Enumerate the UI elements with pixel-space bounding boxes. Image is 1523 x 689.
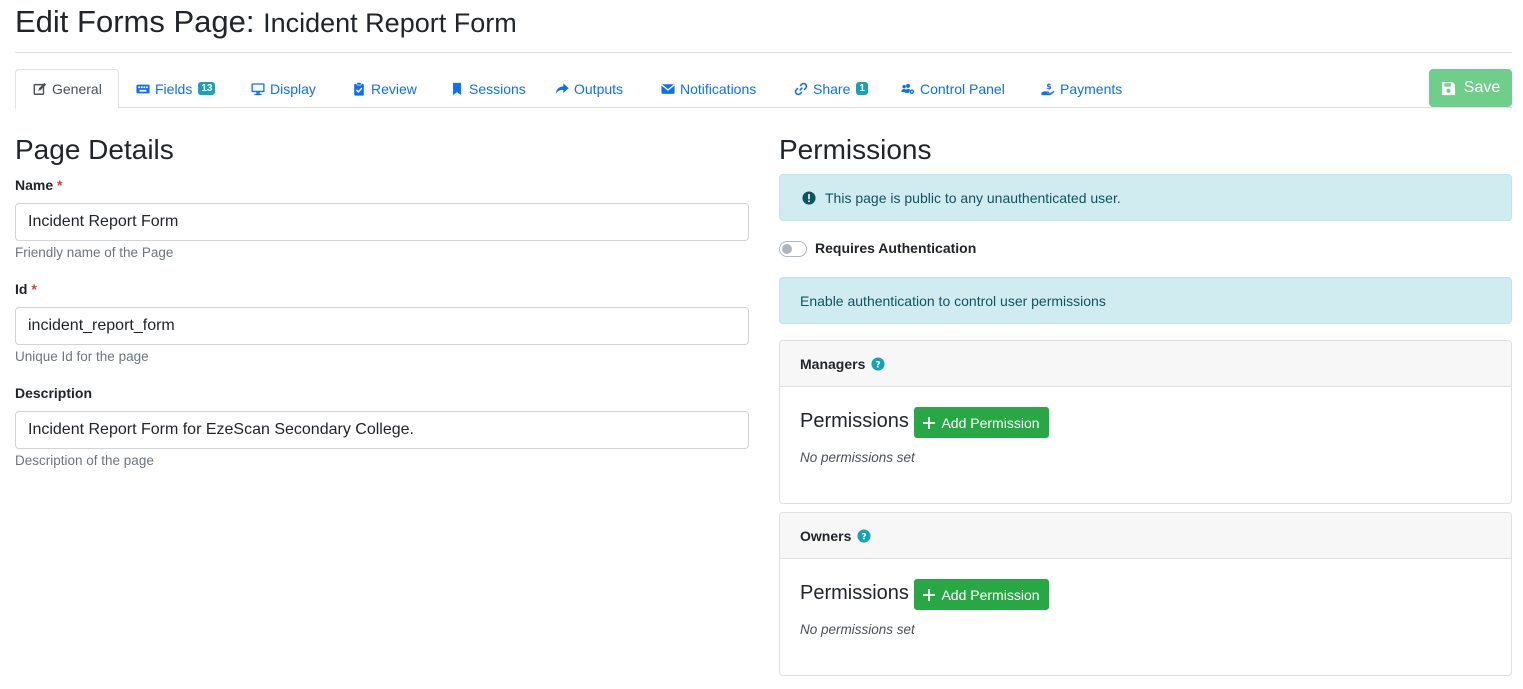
tab-outputs-label: Outputs: [574, 80, 624, 97]
owners-card-header: Owners ?: [780, 513, 1511, 559]
tab-share[interactable]: Share 1: [794, 69, 868, 108]
page-title: Edit Forms Page: Incident Report Form: [15, 4, 517, 40]
tab-general[interactable]: General: [15, 69, 119, 109]
tab-review[interactable]: Review: [352, 69, 417, 108]
id-label: Id *: [15, 281, 37, 297]
share-arrow-icon: [555, 82, 569, 94]
permissions-title: Permissions: [779, 134, 932, 165]
page-details-title: Page Details: [15, 134, 174, 165]
tab-fields[interactable]: Fields 13: [136, 69, 216, 108]
share-count-badge: 1: [856, 82, 868, 95]
name-required-mark: *: [57, 177, 63, 193]
managers-card-body: Permissions Add Permission No permission…: [780, 387, 1511, 503]
description-help-text: Description of the page: [15, 453, 154, 468]
tab-control-panel[interactable]: Control Panel: [901, 69, 1005, 108]
save-button[interactable]: Save: [1429, 69, 1512, 107]
owners-card: Owners ? Permissions Add Permission No p…: [779, 512, 1512, 676]
description-input[interactable]: [15, 411, 749, 449]
edit-icon: [33, 82, 47, 95]
owners-empty-text: No permissions set: [800, 622, 915, 637]
tab-bar: General Fields 13 Display Review Session…: [15, 69, 1512, 109]
tab-control-panel-label: Control Panel: [920, 80, 1005, 97]
managers-empty-text: No permissions set: [800, 450, 915, 465]
page-title-name: Incident Report Form: [263, 8, 517, 38]
monitor-icon: [251, 82, 265, 95]
tab-notifications-label: Notifications: [680, 80, 757, 97]
tab-sessions-label: Sessions: [469, 80, 526, 97]
keyboard-icon: [136, 84, 150, 93]
id-input[interactable]: [15, 307, 749, 345]
name-label-text: Name: [15, 177, 54, 193]
page-title-prefix: Edit Forms Page:: [15, 4, 255, 39]
name-label: Name *: [15, 177, 62, 193]
owners-permissions-title: Permissions: [800, 582, 909, 604]
tab-notifications[interactable]: Notifications: [661, 69, 756, 108]
id-label-text: Id: [15, 281, 28, 297]
owners-card-body: Permissions Add Permission No permission…: [780, 559, 1511, 675]
bookmark-icon: [453, 82, 461, 95]
managers-card-header: Managers ?: [780, 341, 1511, 387]
requires-authentication-label: Requires Authentication: [815, 240, 977, 256]
owners-add-permission-label: Add Permission: [941, 586, 1040, 603]
auth-notice-text: Enable authentication to control user pe…: [800, 292, 1106, 309]
svg-text:$: $: [1046, 82, 1051, 91]
envelope-icon: [661, 83, 675, 94]
question-circle-icon[interactable]: ?: [857, 528, 871, 543]
requires-authentication-toggle[interactable]: [779, 241, 807, 257]
public-notice-text: This page is public to any unauthenticat…: [825, 189, 1121, 206]
save-button-label: Save: [1463, 79, 1501, 96]
tab-outputs[interactable]: Outputs: [555, 69, 623, 108]
id-required-mark: *: [31, 281, 37, 297]
tab-display-label: Display: [270, 80, 316, 97]
floppy-disk-icon: [1441, 81, 1455, 95]
managers-card: Managers ? Permissions Add Permission No…: [779, 340, 1512, 504]
svg-text:?: ?: [862, 531, 867, 542]
managers-permissions-title: Permissions: [800, 410, 909, 432]
link-icon: [794, 82, 808, 95]
users-cog-icon: [901, 83, 915, 94]
question-circle-icon[interactable]: ?: [871, 356, 885, 371]
tab-display[interactable]: Display: [251, 69, 316, 108]
exclamation-circle-icon: [802, 190, 816, 205]
description-label-text: Description: [15, 385, 93, 401]
clipboard-check-icon: [354, 81, 364, 96]
title-divider: [15, 52, 1512, 53]
public-notice-alert: This page is public to any unauthenticat…: [779, 174, 1512, 221]
name-input[interactable]: [15, 203, 749, 241]
tab-sessions[interactable]: Sessions: [450, 69, 526, 108]
toggle-knob: [782, 244, 792, 254]
fields-count-badge: 13: [198, 82, 216, 95]
owners-header-label: Owners: [800, 527, 852, 544]
owners-add-permission-button[interactable]: Add Permission: [914, 579, 1049, 610]
plus-icon: [923, 588, 936, 601]
description-label: Description: [15, 385, 92, 401]
managers-add-permission-label: Add Permission: [941, 414, 1040, 431]
tab-general-label: General: [52, 81, 102, 97]
tab-fields-label: Fields: [155, 80, 193, 97]
tab-payments[interactable]: $ Payments: [1041, 69, 1122, 108]
auth-notice-alert: Enable authentication to control user pe…: [779, 277, 1512, 324]
tab-share-label: Share: [813, 80, 851, 97]
plus-icon: [923, 416, 936, 429]
id-help-text: Unique Id for the page: [15, 349, 149, 364]
svg-text:?: ?: [876, 359, 881, 370]
managers-add-permission-button[interactable]: Add Permission: [914, 407, 1049, 438]
tab-review-label: Review: [371, 80, 417, 97]
name-help-text: Friendly name of the Page: [15, 245, 174, 260]
tab-payments-label: Payments: [1060, 80, 1123, 97]
managers-header-label: Managers: [800, 355, 866, 372]
hand-dollar-icon: $: [1041, 82, 1055, 95]
